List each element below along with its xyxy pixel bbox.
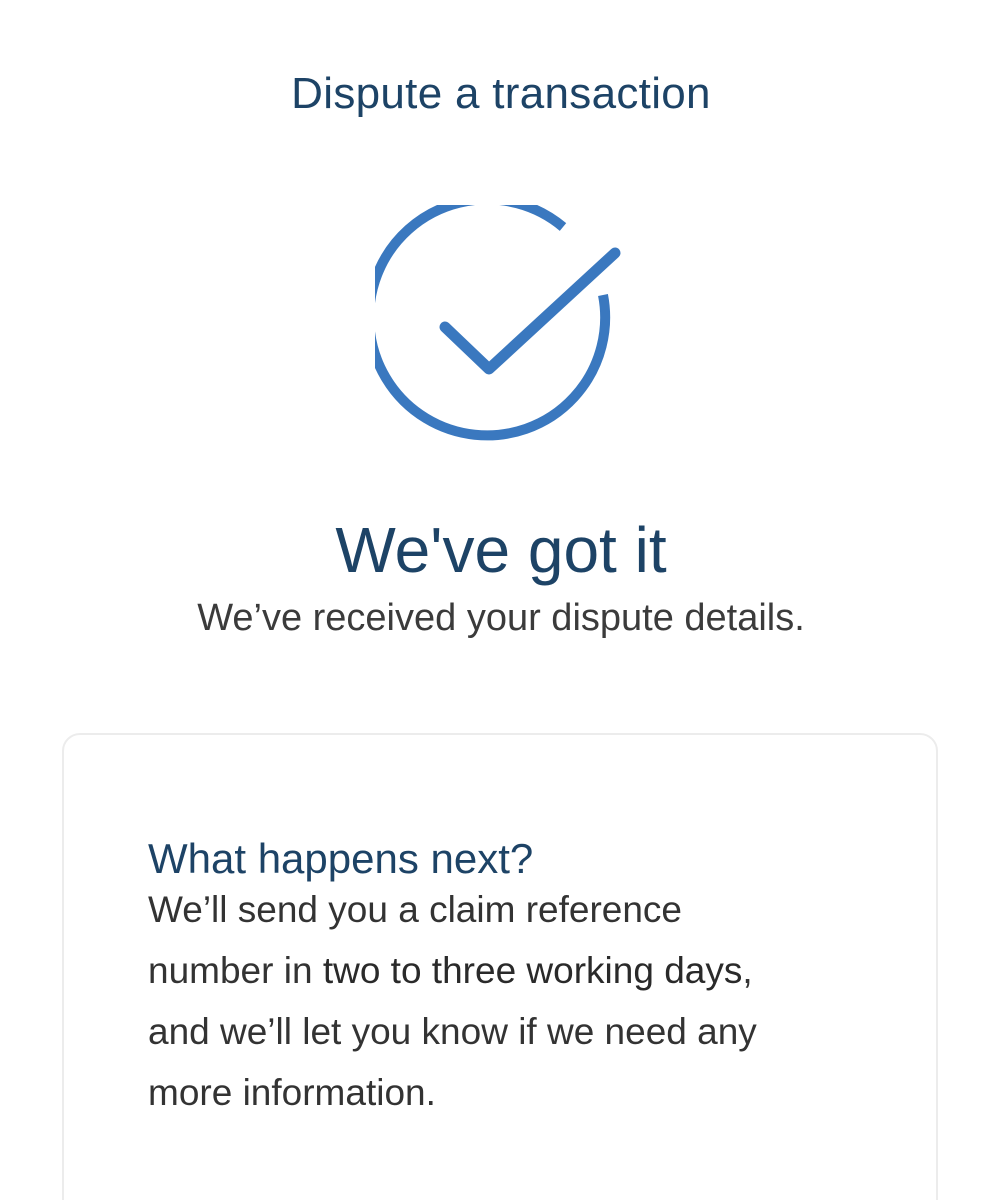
body-line-2a: number in bbox=[148, 950, 323, 991]
check-circle-ring bbox=[375, 205, 611, 441]
body-line-2b: , bbox=[742, 950, 753, 991]
page-title: Dispute a transaction bbox=[291, 69, 711, 118]
body-line-4: more information. bbox=[148, 1072, 436, 1113]
next-steps-body: We’ll send you a claim reference number … bbox=[148, 879, 848, 1123]
confirmation-headline: We've got it bbox=[335, 514, 667, 586]
confirmation-subline: We’ve received your dispute details. bbox=[197, 597, 805, 639]
body-line-3: and we’ll let you know if we need any bbox=[148, 1011, 757, 1052]
timeframe-emphasis: two to three working days bbox=[322, 950, 743, 991]
check-circle-icon bbox=[375, 205, 621, 441]
body-line-1: We’ll send you a claim reference bbox=[148, 889, 683, 930]
next-steps-card: What happens next? We’ll send you a clai… bbox=[62, 733, 938, 1200]
check-mark bbox=[439, 247, 621, 375]
